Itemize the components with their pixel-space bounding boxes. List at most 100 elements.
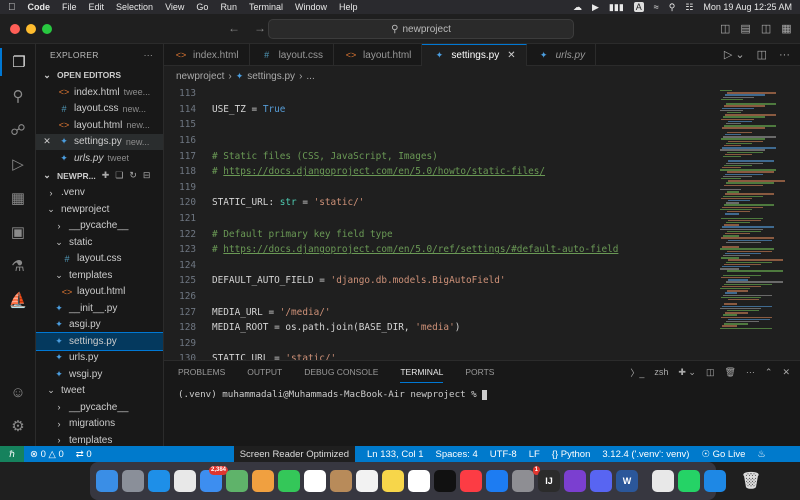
intellij-icon[interactable]: IJ (538, 470, 560, 492)
ports-status[interactable]: ⇄ 0 (76, 449, 92, 460)
collapse-all-icon[interactable]: ⊟ (143, 170, 151, 181)
clock[interactable]: Mon 19 Aug 12:25 AM (703, 2, 792, 12)
file-item[interactable]: ✦ urls.py (36, 350, 163, 367)
menu-terminal[interactable]: Terminal (249, 2, 283, 12)
language-mode[interactable]: {} Python (552, 449, 591, 460)
workspace-section[interactable]: ⌄ NEWPR... ✚ ❏ ↻ ⊟ (36, 167, 163, 185)
file-item[interactable]: # layout.css (36, 251, 163, 268)
control-center-icon[interactable]: ☷ (685, 2, 693, 13)
play-icon[interactable]: ▶ (592, 2, 599, 13)
breadcrumb-file[interactable]: settings.py (247, 71, 295, 82)
chrome-2-icon[interactable] (652, 470, 674, 492)
command-center-search[interactable]: ⚲ newproject (268, 19, 574, 39)
cursor-position[interactable]: Ln 133, Col 1 (367, 449, 424, 460)
customize-layout-icon[interactable]: ▦ (781, 22, 791, 35)
tab-problems[interactable]: PROBLEMS (178, 361, 225, 383)
indentation-status[interactable]: Spaces: 4 (436, 449, 478, 460)
safari-icon[interactable] (148, 470, 170, 492)
editor-tab[interactable]: # layout.css (250, 44, 335, 66)
facetime-icon[interactable] (278, 470, 300, 492)
refresh-icon[interactable]: ↻ (129, 170, 137, 181)
apple-icon[interactable]:  (8, 2, 16, 13)
open-editor-item[interactable]: <> index.html twee... (36, 84, 163, 101)
account-icon[interactable]: ☺ (0, 378, 36, 406)
trash-icon[interactable]: 🗑 (740, 470, 762, 492)
breadcrumb-folder[interactable]: newproject (176, 71, 224, 82)
tab-terminal[interactable]: TERMINAL (400, 361, 444, 383)
menu-selection[interactable]: Selection (116, 2, 153, 12)
shell-name[interactable]: zsh (654, 367, 668, 377)
folder-item[interactable]: ⌄ static (36, 234, 163, 251)
encoding-status[interactable]: UTF-8 (490, 449, 517, 460)
new-terminal-icon[interactable]: ✚ ⌄ (678, 367, 696, 378)
toggle-primary-sidebar-icon[interactable]: ◫ (720, 22, 730, 35)
menu-run[interactable]: Run (220, 2, 237, 12)
folder-item[interactable]: ⌄ tweet (36, 383, 163, 400)
wifi-icon[interactable]: ≈ (654, 2, 659, 12)
more-actions-icon[interactable]: ··· (746, 367, 755, 377)
close-icon[interactable]: ✕ (782, 367, 790, 378)
vscode-icon[interactable] (704, 470, 726, 492)
folder-item[interactable]: › __pycache__ (36, 218, 163, 235)
code-editor[interactable]: 113 114 USE_TZ = True 115 116 117 # Static fil… (164, 86, 720, 395)
search-icon[interactable]: ⚲ (669, 2, 676, 13)
app-store-icon[interactable] (486, 470, 508, 492)
folder-item[interactable]: ⌄ templates (36, 267, 163, 284)
eol-status[interactable]: LF (529, 449, 540, 460)
contacts-icon[interactable] (330, 470, 352, 492)
editor-tab[interactable]: <> index.html (164, 44, 250, 66)
launchpad-icon[interactable] (122, 470, 144, 492)
open-editor-item[interactable]: <> layout.html new... (36, 117, 163, 134)
more-actions-icon[interactable]: ··· (779, 49, 790, 61)
notes-icon[interactable] (382, 470, 404, 492)
tv-icon[interactable] (434, 470, 456, 492)
calendar-icon[interactable] (304, 470, 326, 492)
menu-go[interactable]: Go (196, 2, 208, 12)
toggle-secondary-sidebar-icon[interactable]: ◫ (761, 22, 771, 35)
remote-indicator-icon[interactable]: ℏ (0, 446, 24, 462)
chrome-icon[interactable] (174, 470, 196, 492)
folder-item[interactable]: › __pycache__ (36, 399, 163, 416)
new-file-icon[interactable]: ✚ (102, 170, 110, 181)
remote-explorer-icon[interactable]: ▣ (0, 218, 36, 246)
minimize-window-button[interactable] (26, 24, 36, 34)
folder-item[interactable]: ⌄ newproject (36, 201, 163, 218)
file-item[interactable]: ✦ wsgi.py (36, 366, 163, 383)
discord-icon[interactable] (590, 470, 612, 492)
photos-icon[interactable] (252, 470, 274, 492)
notifications-bell-icon[interactable]: ♨ (757, 449, 766, 460)
menu-help[interactable]: Help (339, 2, 358, 12)
file-item[interactable]: ✦ settings.py (36, 332, 163, 351)
code-token[interactable]: https://docs.djangoproject.com/en/5.0/re… (223, 244, 618, 255)
close-icon[interactable]: ✕ (40, 136, 54, 147)
maps-icon[interactable] (226, 470, 248, 492)
file-item[interactable]: ✦ __init__.py (36, 300, 163, 317)
interpreter-status[interactable]: 3.12.4 ('.venv': venv) (602, 449, 689, 460)
close-icon[interactable]: ✕ (507, 50, 515, 61)
back-arrow-icon[interactable]: ← (228, 21, 240, 35)
freeform-icon[interactable] (408, 470, 430, 492)
minimap[interactable] (720, 86, 790, 360)
file-item[interactable]: <> layout.html (36, 284, 163, 301)
search-icon[interactable]: ⚲ (0, 82, 36, 110)
open-editor-item[interactable]: ✦ urls.py tweet (36, 150, 163, 167)
whatsapp-icon[interactable] (678, 470, 700, 492)
split-terminal-icon[interactable]: ◫ (706, 367, 715, 378)
battery-icon[interactable]: ▮▮▮ (609, 2, 624, 13)
run-debug-icon[interactable]: ▷ (0, 150, 36, 178)
testing-icon[interactable]: ⚗ (0, 252, 36, 280)
breadcrumb-symbol[interactable]: ... (306, 71, 314, 82)
explorer-icon[interactable]: ❐ (0, 48, 36, 76)
input-source-indicator[interactable]: A (633, 2, 644, 12)
word-icon[interactable]: W (616, 470, 638, 492)
close-window-button[interactable] (10, 24, 20, 34)
zoom-window-button[interactable] (42, 24, 52, 34)
go-live-button[interactable]: ☉ Go Live (701, 449, 745, 460)
source-control-icon[interactable]: ☍ (0, 116, 36, 144)
music-icon[interactable] (460, 470, 482, 492)
open-editor-item[interactable]: ✕ ✦ settings.py new... (36, 133, 163, 150)
menu-view[interactable]: View (165, 2, 184, 12)
editor-tab[interactable]: <> layout.html (334, 44, 423, 66)
cloud-icon[interactable]: ☁ (573, 2, 582, 13)
toggle-panel-icon[interactable]: ▤ (740, 22, 750, 35)
